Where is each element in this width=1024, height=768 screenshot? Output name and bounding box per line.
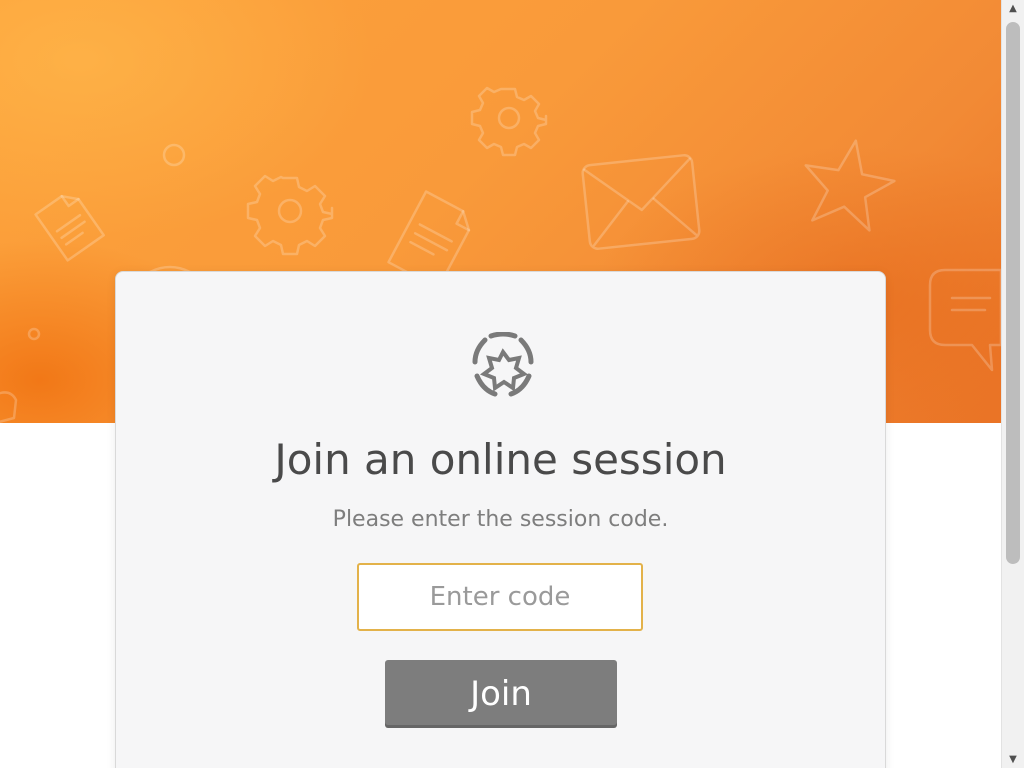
join-button[interactable]: Join [385,660,617,728]
speech-bubble-icon [0,391,18,423]
gear-icon [470,86,548,157]
scroll-up-arrow-icon[interactable]: ▲ [1002,0,1024,17]
instruction-text: Please enter the session code. [332,507,669,532]
vertical-scrollbar[interactable]: ▲ ▼ [1001,0,1024,768]
document-icon [34,194,105,262]
speech-bubble-icon [928,268,1001,372]
page-title: Join an online session [274,435,727,484]
scrollbar-thumb[interactable] [1006,22,1020,564]
circle-icon [27,327,41,341]
star-icon [804,139,896,232]
join-session-card: Join an online session Please enter the … [115,271,886,768]
gear-icon [246,174,334,256]
envelope-icon [581,154,701,250]
scroll-down-arrow-icon[interactable]: ▼ [1002,751,1024,768]
spark-burst-logo-icon [472,332,534,397]
session-code-input[interactable] [357,563,643,631]
circle-icon [162,143,186,167]
page-viewport: Join an online session Please enter the … [0,0,1001,768]
